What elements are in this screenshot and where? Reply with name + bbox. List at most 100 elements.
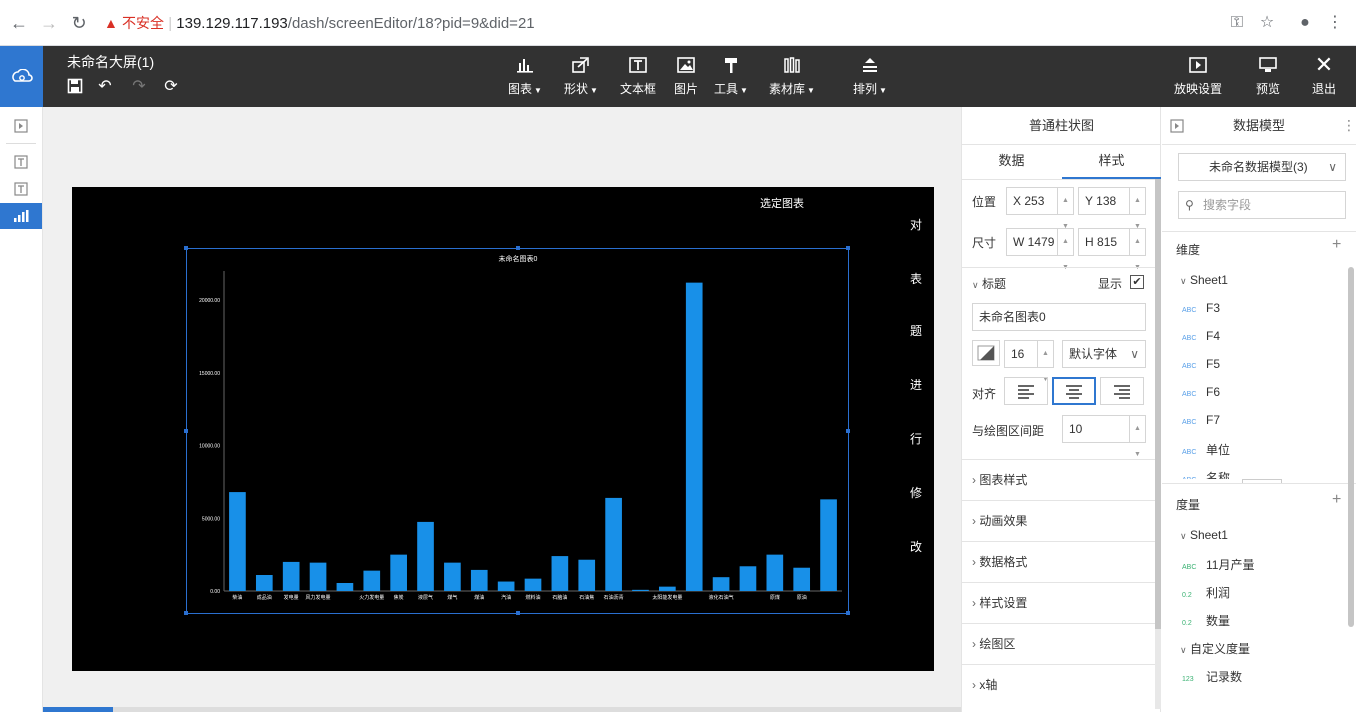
layer-sidebar: [0, 107, 43, 712]
menu-textbox-label: 文本框: [620, 82, 657, 96]
reload-icon[interactable]: ↻: [68, 12, 90, 34]
more-menu-icon[interactable]: ⋮: [1324, 12, 1346, 34]
section-plot-area[interactable]: › 绘图区: [962, 623, 1155, 664]
field-item[interactable]: 0.2 数量: [1182, 612, 1230, 629]
menu-textbox[interactable]: 文本框: [620, 54, 656, 102]
menu-tools[interactable]: 工具 ▼: [714, 54, 748, 102]
show-title-checkbox[interactable]: ✔: [1130, 275, 1144, 289]
field-item[interactable]: ABC F5: [1182, 357, 1220, 371]
field-item[interactable]: ABC名称: [1182, 469, 1230, 479]
bar: [417, 521, 434, 591]
dimension-group[interactable]: ∨ Sheet1: [1180, 273, 1228, 287]
field-item[interactable]: 0.2 利润: [1182, 584, 1230, 601]
slideshow-settings-button[interactable]: 放映设置: [1174, 54, 1222, 102]
refresh-icon[interactable]: ⟳: [162, 78, 180, 96]
align-left-button[interactable]: [1004, 377, 1048, 405]
back-arrow-icon[interactable]: ←: [8, 12, 30, 34]
section-animation[interactable]: › 动画效果: [962, 500, 1155, 541]
gap-stepper[interactable]: ▲ ▼: [1129, 416, 1145, 458]
toggle-panel-icon[interactable]: [0, 113, 42, 139]
vertical-scrollbar[interactable]: [1348, 267, 1354, 627]
h-stepper[interactable]: ▲▼: [1129, 229, 1145, 271]
field-item[interactable]: ABC F3: [1182, 301, 1220, 315]
title-text-input[interactable]: 未命名图表0: [972, 303, 1146, 331]
section-data-format[interactable]: › 数据格式: [962, 541, 1155, 582]
x-tick-label: 液层气: [418, 594, 433, 601]
logo-icon[interactable]: [0, 46, 43, 107]
layer-textbox-icon[interactable]: [0, 149, 42, 175]
x-stepper[interactable]: ▲ ▼: [1057, 188, 1073, 230]
align-right-button[interactable]: [1100, 377, 1144, 405]
close-icon: ✕: [1314, 52, 1334, 77]
add-measure-icon[interactable]: +: [1332, 491, 1341, 509]
section-style-settings[interactable]: › 样式设置: [962, 582, 1155, 623]
exit-button[interactable]: ✕ 退出: [1312, 52, 1336, 102]
field-item[interactable]: ABC 单位: [1182, 441, 1230, 458]
field-item[interactable]: ABC F4: [1182, 329, 1220, 343]
save-icon[interactable]: [66, 78, 84, 96]
undo-icon[interactable]: ↶: [96, 78, 114, 96]
screen-stage[interactable]: 选定图表 对 表 题 进 行 修 改 未命名图表0 0.00 5000.00 100…: [72, 187, 934, 671]
field-name: 名称: [1206, 471, 1231, 479]
horizontal-scrollbar[interactable]: [43, 707, 961, 712]
x-tick-label: 燃料油: [525, 594, 540, 601]
arrange-icon: [859, 54, 881, 76]
bar: [363, 570, 381, 591]
search-field[interactable]: ⚲ 搜索字段: [1178, 191, 1346, 219]
title-section-header[interactable]: ∨ 标题: [972, 275, 1006, 292]
tab-style[interactable]: 样式: [1062, 145, 1161, 179]
y-stepper[interactable]: ▲ ▼: [1129, 188, 1145, 230]
vertical-scrollbar[interactable]: [1155, 179, 1161, 709]
model-select[interactable]: 未命名数据模型(3) ∨: [1178, 153, 1346, 181]
section-x-axis[interactable]: › x轴: [962, 664, 1155, 705]
redo-icon[interactable]: ↷: [130, 78, 148, 96]
measure-group[interactable]: ∨ Sheet1: [1180, 528, 1228, 542]
add-dimension-icon[interactable]: +: [1332, 236, 1341, 254]
font-family-value: 默认字体: [1069, 347, 1118, 361]
custom-measure-group[interactable]: ∨ 自定义度量: [1180, 640, 1250, 657]
font-size-input[interactable]: 16 ▲ ▼: [1004, 340, 1054, 383]
menu-chart[interactable]: 图表 ▼: [508, 54, 542, 102]
menu-shape-label: 形状: [564, 82, 589, 96]
field-item[interactable]: ABC 11月产量: [1182, 556, 1254, 573]
menu-arrange[interactable]: 排列 ▼: [853, 54, 887, 102]
x-tick-label: 柴油: [232, 594, 242, 601]
width-input[interactable]: W 1479 ▲▼: [1006, 228, 1074, 271]
field-item[interactable]: ABC F6: [1182, 385, 1220, 399]
font-family-select[interactable]: 默认字体 ∨: [1062, 340, 1146, 368]
tab-data[interactable]: 数据: [962, 145, 1061, 179]
measure-group-label: Sheet1: [1189, 528, 1228, 542]
menu-assets[interactable]: 素材库 ▼: [769, 54, 815, 102]
x-input[interactable]: X 253 ▲ ▼: [1006, 187, 1074, 230]
layer-chart-icon[interactable]: [0, 203, 42, 229]
section-chart-style[interactable]: › 图表样式: [962, 459, 1155, 500]
star-icon[interactable]: ☆: [1256, 12, 1278, 34]
bar-chart-widget[interactable]: 未命名图表0 0.00 5000.00 10000.00 15000.00 20000.…: [184, 246, 850, 615]
forward-arrow-icon[interactable]: →: [38, 12, 60, 34]
align-left-icon: [1018, 385, 1034, 399]
y-input[interactable]: Y 138 ▲ ▼: [1078, 187, 1146, 230]
key-icon[interactable]: ⚿: [1226, 12, 1248, 34]
menu-shape[interactable]: 形状 ▼: [564, 54, 598, 102]
address-bar[interactable]: ▲ 不安全 | 139.129.117.193/dash/screenEdito…: [104, 10, 535, 37]
font-color-picker[interactable]: [972, 340, 1000, 366]
x-prefix: X: [1013, 194, 1022, 208]
layer-textbox-icon[interactable]: [0, 176, 42, 202]
w-stepper[interactable]: ▲▼: [1057, 229, 1073, 271]
more-icon[interactable]: ⋮: [1342, 117, 1356, 134]
field-item[interactable]: 123 记录数: [1182, 668, 1242, 685]
height-input[interactable]: H 815 ▲▼: [1078, 228, 1146, 271]
menu-image[interactable]: 图片: [674, 54, 698, 102]
field-name: 单位: [1206, 443, 1231, 457]
account-icon[interactable]: ●: [1294, 12, 1316, 34]
field-name: F3: [1206, 301, 1221, 315]
slideshow-settings-label: 放映设置: [1174, 82, 1223, 96]
preview-button[interactable]: 预览: [1256, 54, 1280, 102]
field-item[interactable]: ABC F7: [1182, 413, 1220, 427]
shape-icon: [570, 54, 592, 76]
gap-input[interactable]: 10 ▲ ▼: [1062, 415, 1146, 458]
bar: [820, 499, 837, 591]
panel-title: 普通柱状图: [962, 107, 1161, 145]
font-size-stepper[interactable]: ▲ ▼: [1037, 341, 1053, 383]
align-center-button[interactable]: [1052, 377, 1096, 405]
